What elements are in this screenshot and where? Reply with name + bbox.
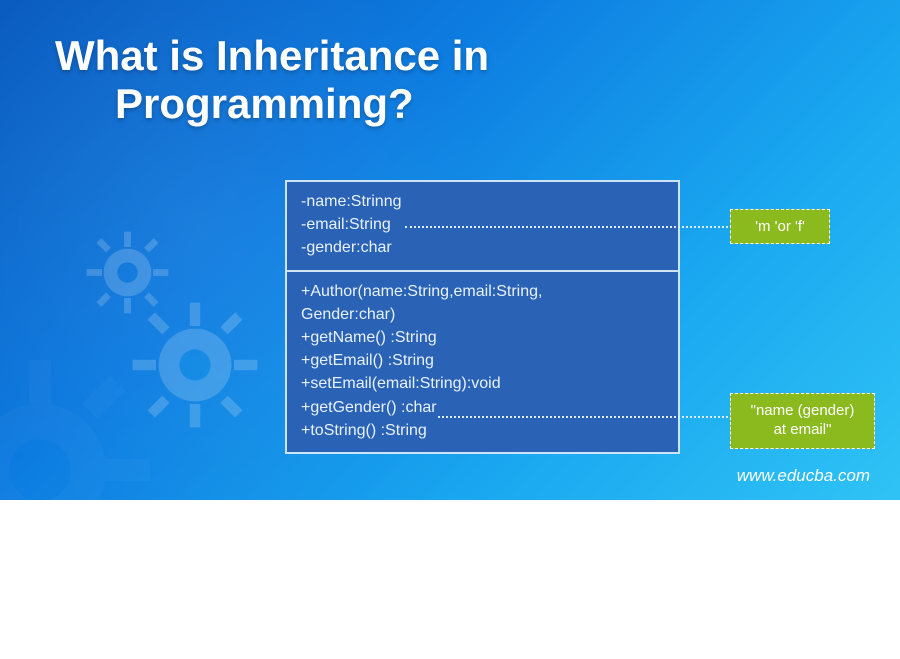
annotation-gender: 'm 'or 'f' (730, 209, 830, 244)
gear-icon (0, 360, 150, 580)
uml-attribute: -email:String (301, 213, 664, 236)
footer-url: www.educba.com (737, 466, 870, 486)
annotation-tostring: "name (gender) at email" (730, 393, 875, 449)
connector-line (405, 226, 728, 228)
uml-method: +getName() :String (301, 326, 664, 349)
page-title: What is Inheritance in Programming? (55, 32, 489, 129)
uml-method: +Author(name:String,email:String, (301, 280, 664, 303)
uml-attribute: -name:Strinng (301, 190, 664, 213)
uml-method: Gender:char) (301, 303, 664, 326)
title-line-1: What is Inheritance in (55, 32, 489, 80)
title-line-2: Programming? (55, 80, 489, 128)
uml-attribute: -gender:char (301, 236, 664, 259)
uml-method: +toString() :String (301, 419, 664, 442)
uml-method: +setEmail(email:String):void (301, 372, 664, 395)
uml-methods-section: +Author(name:String,email:String, Gender… (287, 270, 678, 452)
uml-method: +getEmail() :String (301, 349, 664, 372)
uml-class-box: -name:Strinng -email:String -gender:char… (285, 180, 680, 454)
connector-line (438, 416, 728, 418)
